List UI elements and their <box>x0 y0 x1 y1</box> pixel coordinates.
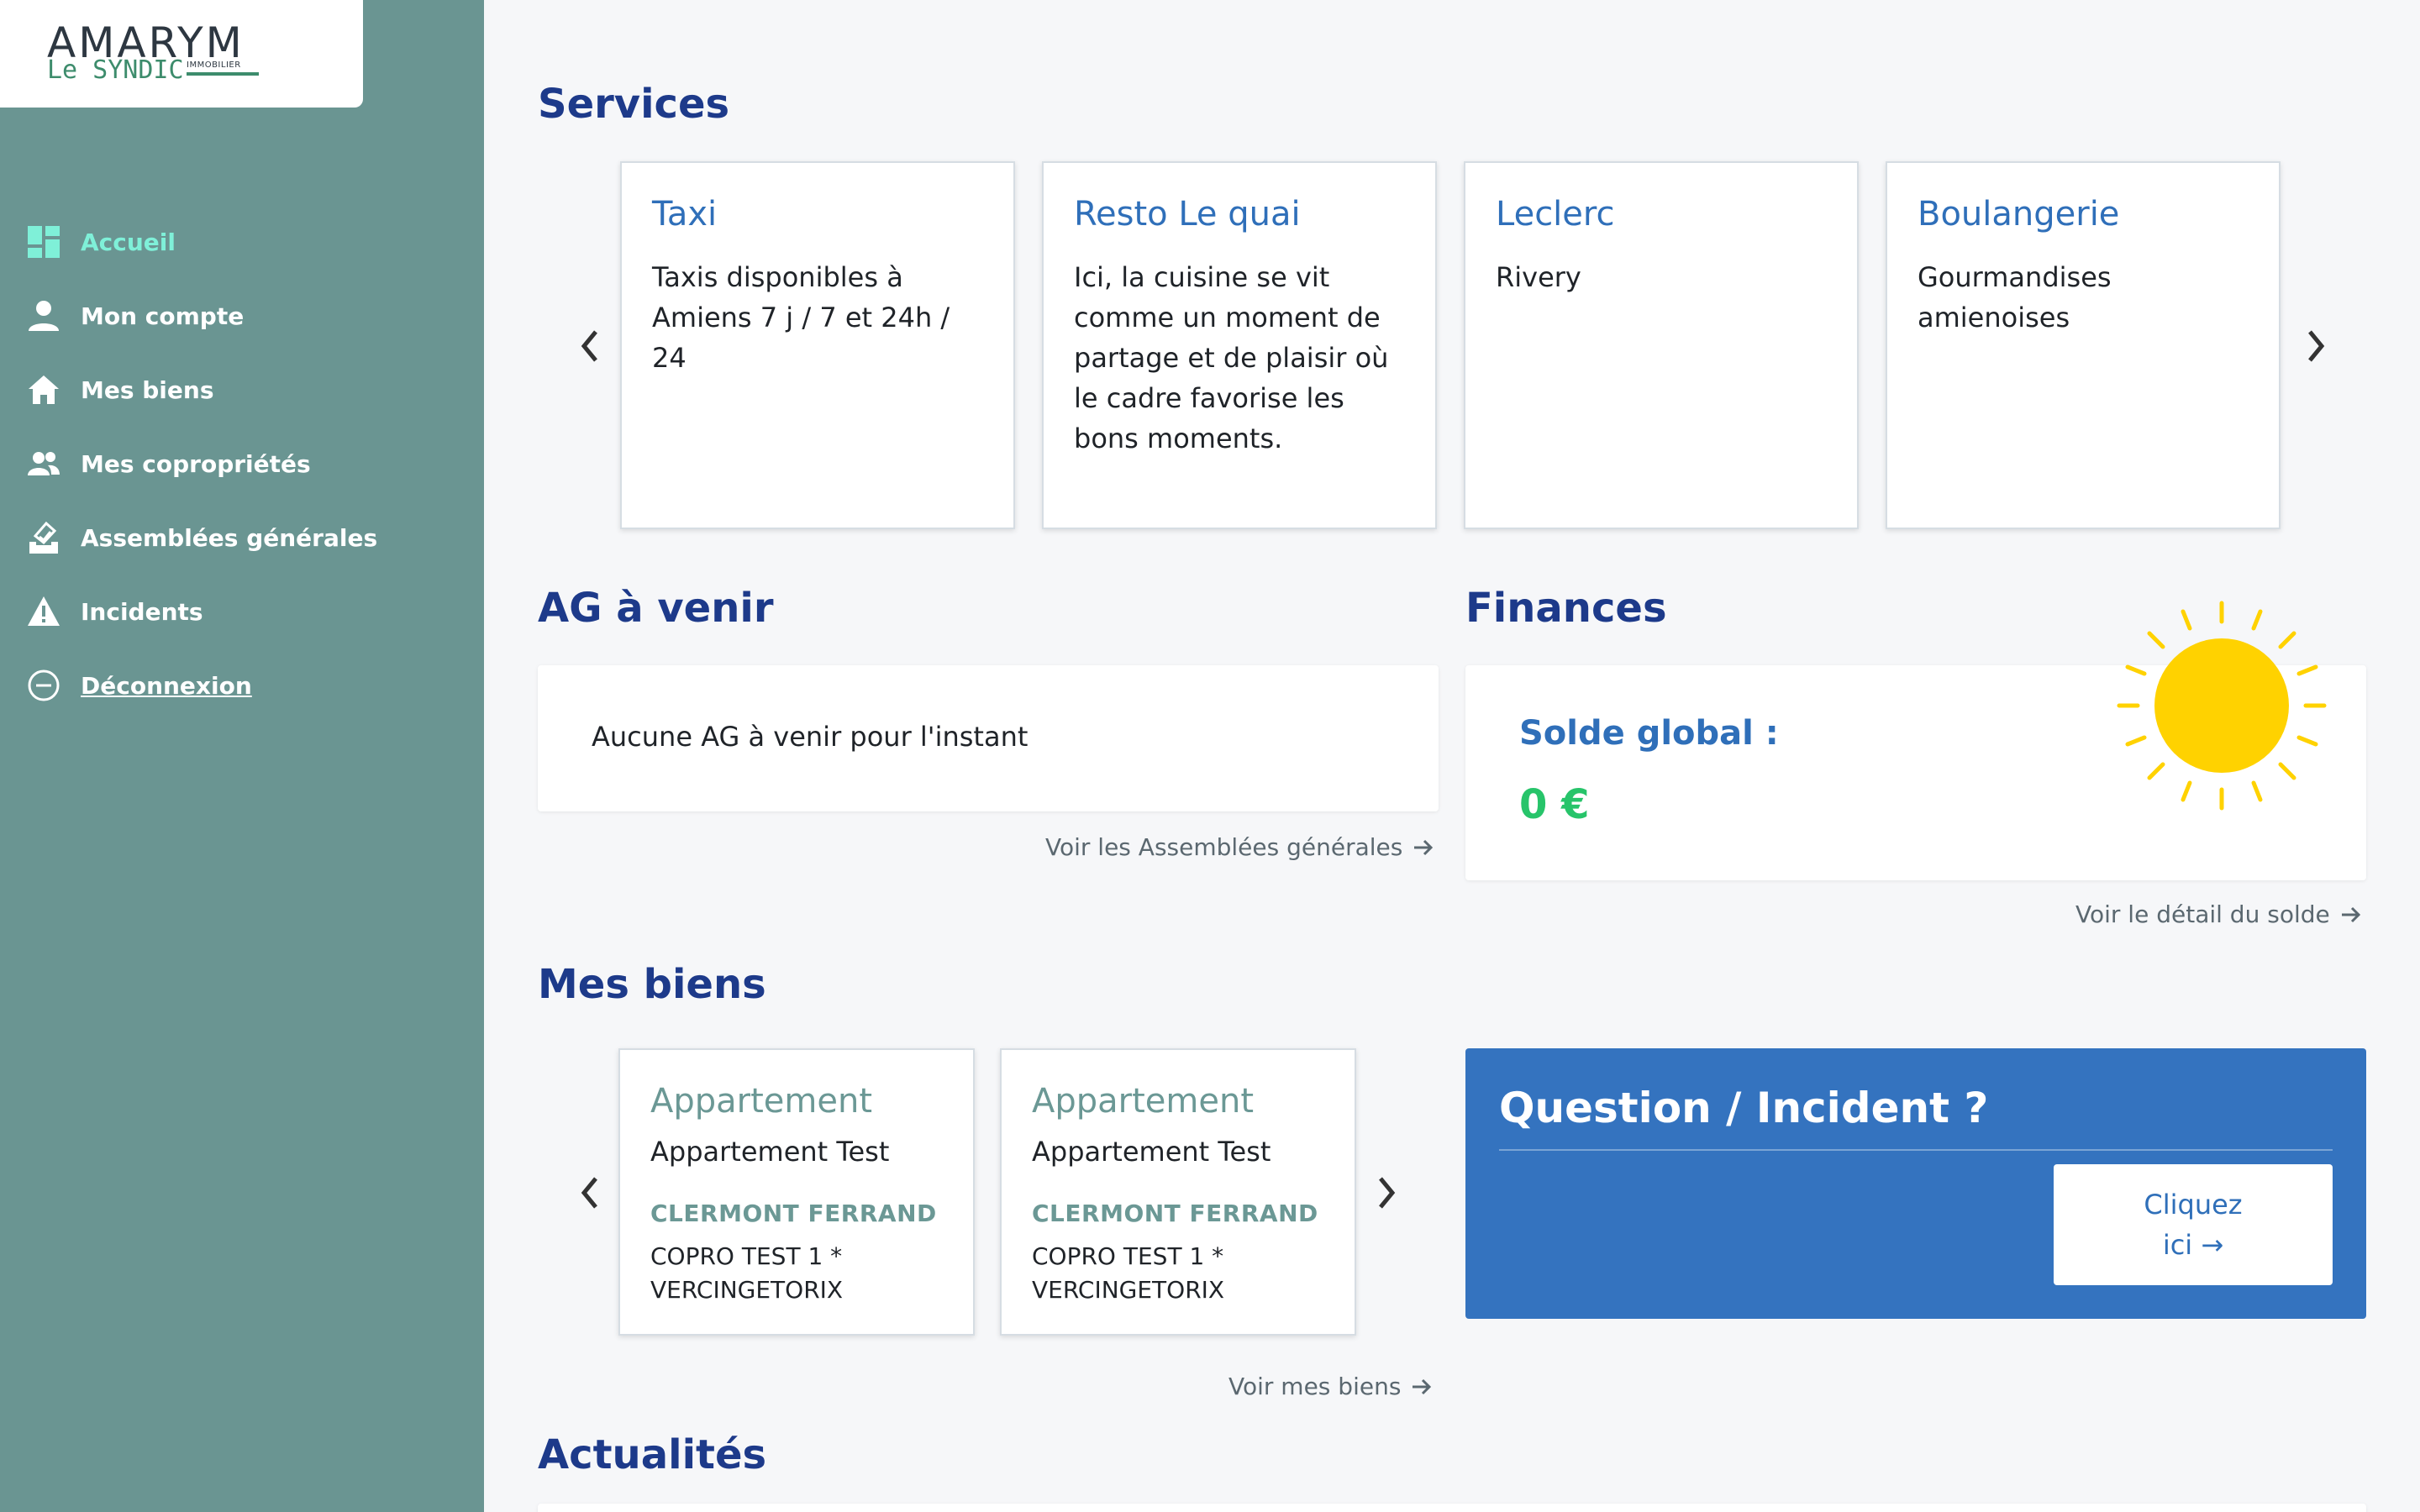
logo-sub: Le SYNDIC <box>47 55 184 85</box>
property-city: CLERMONT FERRAND <box>650 1200 937 1227</box>
sidebar-item-accueil[interactable]: Accueil <box>0 205 484 279</box>
services-title: Services <box>538 81 730 128</box>
solde-label: Solde global : <box>1519 714 1779 753</box>
property-name: Appartement Test <box>650 1136 890 1168</box>
service-card[interactable]: Leclerc Rivery <box>1464 161 1859 529</box>
dashboard-icon <box>25 223 62 260</box>
service-desc: Gourmandises amienoises <box>1918 261 2112 333</box>
sidebar-item-incidents[interactable]: Incidents <box>0 575 484 648</box>
main-content: Services Taxi Taxis disponibles à Amiens… <box>484 0 2420 1512</box>
service-card[interactable]: Taxi Taxis disponibles à Amiens 7 j / 7 … <box>620 161 1015 529</box>
sidebar-item-label: Incidents <box>81 597 203 626</box>
sidebar-item-label: Déconnexion <box>81 671 252 700</box>
arrow-right-icon <box>1413 1378 1432 1394</box>
service-title: Taxi <box>652 195 718 234</box>
sidebar-item-assemblees[interactable]: Assemblées générales <box>0 501 484 575</box>
property-card[interactable]: Appartement Appartement Test CLERMONT FE… <box>618 1048 975 1336</box>
service-desc: Ici, la cuisine se vit comme un moment d… <box>1074 261 1389 454</box>
sun-icon <box>2117 601 2327 811</box>
home-icon <box>25 371 62 408</box>
finances-title: Finances <box>1465 585 1667 632</box>
property-type: Appartement <box>1032 1082 1255 1121</box>
ag-card: Aucune AG à venir pour l'instant <box>538 665 1439 811</box>
actualites-card <box>538 1504 2366 1512</box>
incident-divider <box>1499 1149 2333 1151</box>
ag-title: AG à venir <box>538 585 774 632</box>
services-prev-button[interactable] <box>573 321 607 371</box>
arrow-right-icon <box>1414 839 1434 855</box>
service-title: Leclerc <box>1496 195 1615 234</box>
sidebar-item-label: Mon compte <box>81 302 245 330</box>
sidebar-item-coproprietes[interactable]: Mes copropriétés <box>0 427 484 501</box>
service-card[interactable]: Boulangerie Gourmandises amienoises <box>1886 161 2281 529</box>
logo-tag: IMMOBILIER <box>187 60 241 70</box>
incident-button-line1: Cliquez <box>2144 1189 2243 1221</box>
logo[interactable]: AMARYM Le SYNDIC IMMOBILIER <box>0 0 363 108</box>
service-desc: Taxis disponibles à Amiens 7 j / 7 et 24… <box>652 261 950 374</box>
sidebar-item-mon-compte[interactable]: Mon compte <box>0 279 484 353</box>
sidebar-item-label: Assemblées générales <box>81 523 378 552</box>
sidebar-item-mes-biens[interactable]: Mes biens <box>0 353 484 427</box>
sidebar-item-label: Accueil <box>81 228 176 256</box>
property-city: CLERMONT FERRAND <box>1032 1200 1318 1227</box>
chevron-left-icon <box>581 1177 597 1209</box>
sidebar-item-label: Mes biens <box>81 375 214 404</box>
incident-button-line2: ici → <box>2162 1229 2224 1261</box>
actualites-title: Actualités <box>538 1431 767 1478</box>
sidebar-nav: Accueil Mon compte Mes biens Mes copropr… <box>0 205 484 722</box>
finances-link-label: Voir le détail du solde <box>2075 900 2330 928</box>
sidebar: AMARYM Le SYNDIC IMMOBILIER Accueil Mon … <box>0 0 484 1512</box>
property-name: Appartement Test <box>1032 1136 1271 1168</box>
services-next-button[interactable] <box>2299 321 2333 371</box>
incident-panel: Question / Incident ? Cliquez ici → <box>1465 1048 2366 1319</box>
service-desc: Rivery <box>1496 261 1581 293</box>
sidebar-item-label: Mes copropriétés <box>81 449 311 478</box>
user-icon <box>25 297 62 334</box>
logo-underline <box>187 72 259 76</box>
solde-value: 0 € <box>1519 781 1590 828</box>
ag-empty-text: Aucune AG à venir pour l'instant <box>592 721 1028 753</box>
biens-prev-button[interactable] <box>573 1168 607 1218</box>
ag-link[interactable]: Voir les Assemblées générales <box>1045 833 1434 861</box>
service-card[interactable]: Resto Le quai Ici, la cuisine se vit com… <box>1042 161 1437 529</box>
finances-link[interactable]: Voir le détail du solde <box>2075 900 2362 928</box>
sidebar-item-deconnexion[interactable]: Déconnexion <box>0 648 484 722</box>
biens-link-label: Voir mes biens <box>1228 1373 1402 1400</box>
chevron-right-icon <box>2308 330 2325 362</box>
property-type: Appartement <box>650 1082 873 1121</box>
property-copro: COPRO TEST 1 * VERCINGETORIX <box>1032 1242 1225 1304</box>
service-title: Boulangerie <box>1918 195 2120 234</box>
property-copro: COPRO TEST 1 * VERCINGETORIX <box>650 1242 844 1304</box>
ag-link-label: Voir les Assemblées générales <box>1045 833 1403 861</box>
group-icon <box>25 445 62 482</box>
property-card[interactable]: Appartement Appartement Test CLERMONT FE… <box>1000 1048 1356 1336</box>
chevron-left-icon <box>581 330 597 362</box>
warning-icon <box>25 593 62 630</box>
logout-icon <box>25 667 62 704</box>
biens-title: Mes biens <box>538 961 766 1008</box>
service-title: Resto Le quai <box>1074 195 1301 234</box>
biens-next-button[interactable] <box>1370 1168 1403 1218</box>
biens-link[interactable]: Voir mes biens <box>1228 1373 1433 1400</box>
chevron-right-icon <box>1379 1177 1396 1209</box>
incident-click-button[interactable]: Cliquez ici → <box>2054 1164 2333 1285</box>
vote-icon <box>25 519 62 556</box>
incident-title: Question / Incident ? <box>1499 1084 1989 1132</box>
arrow-right-icon <box>2341 906 2360 922</box>
